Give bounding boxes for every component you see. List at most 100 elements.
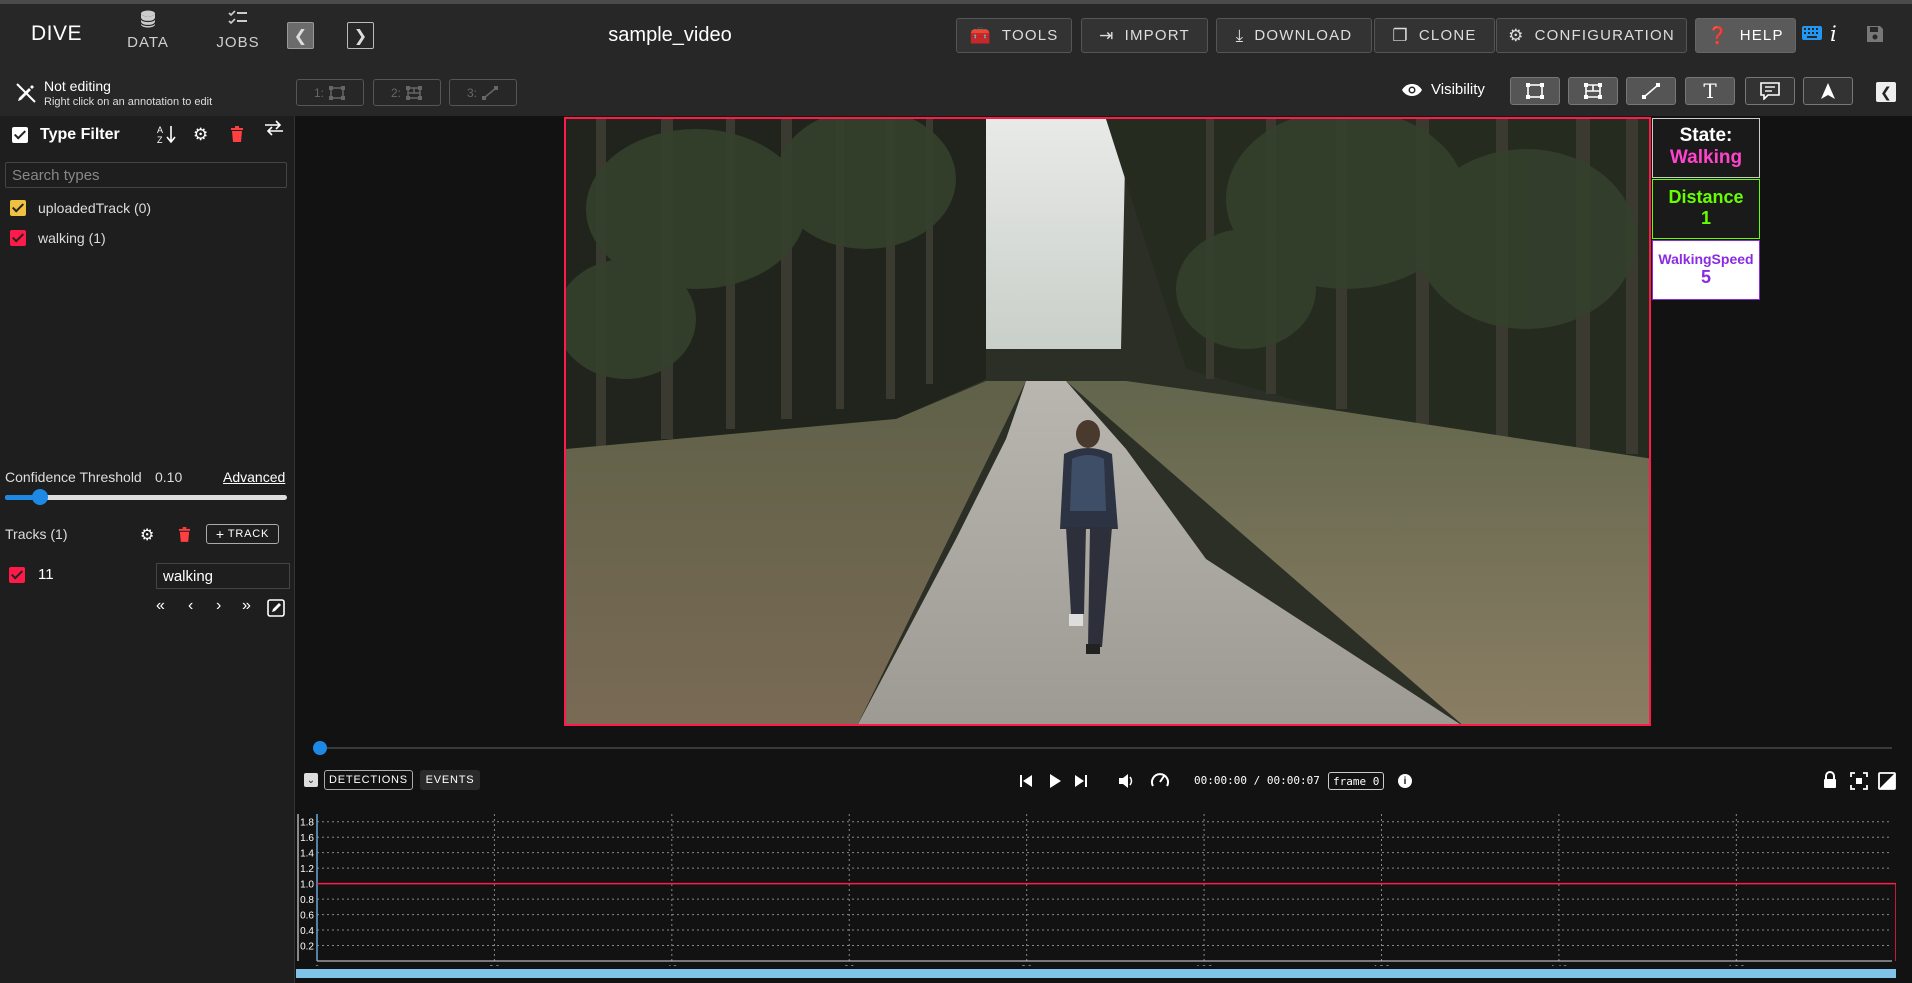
play-icon[interactable]: [1047, 773, 1063, 794]
type-filter-all-checkbox[interactable]: [12, 127, 28, 143]
visibility-toggle[interactable]: Visibility: [1401, 81, 1485, 98]
tab-events[interactable]: EVENTS: [420, 770, 480, 790]
attribute-value: Walking: [1669, 147, 1743, 168]
comment-icon: [1760, 82, 1780, 100]
playback-speed-icon[interactable]: [1150, 771, 1170, 796]
tools-button[interactable]: 🧰 TOOLS: [956, 18, 1072, 53]
fit-to-screen-icon[interactable]: [1850, 772, 1868, 795]
type-row-uploadedtrack[interactable]: uploadedTrack (0): [10, 200, 151, 216]
clone-icon: ❐: [1392, 25, 1409, 45]
save-button[interactable]: [1866, 25, 1884, 48]
info-icon[interactable]: i: [1398, 774, 1412, 788]
nav-tab-jobs[interactable]: JOBS: [203, 10, 273, 51]
chart-y-tick-label: 0.2: [300, 942, 314, 953]
chevron-right-icon: ❯: [353, 27, 368, 45]
previous-dataset-button[interactable]: ❮: [287, 22, 314, 49]
gear-icon[interactable]: ⚙: [140, 525, 154, 545]
swap-horizontal-icon[interactable]: [264, 120, 284, 141]
import-button[interactable]: ⇥ IMPORT: [1081, 18, 1208, 53]
attribute-value: 1: [1700, 208, 1711, 228]
toolbox-icon: 🧰: [969, 25, 992, 45]
show-polygons-button[interactable]: [1568, 77, 1618, 105]
next-dataset-button[interactable]: ❯: [347, 22, 374, 49]
brand-logo[interactable]: DIVE: [31, 22, 82, 46]
jobs-list-icon: [228, 10, 247, 25]
frame-readout[interactable]: frame 0: [1328, 772, 1385, 790]
rectangle-icon: [1526, 83, 1544, 99]
info-icon[interactable]: i: [1830, 22, 1837, 46]
next-frame-icon[interactable]: ›: [216, 597, 221, 615]
mode-polygon-button[interactable]: 2:: [373, 79, 441, 106]
volume-icon[interactable]: [1118, 773, 1136, 794]
track-type-select[interactable]: walking: [156, 563, 290, 589]
track-row-11[interactable]: [9, 567, 25, 588]
tracks-count-label: Tracks (1): [5, 526, 68, 542]
type-label: uploadedTrack (0): [38, 200, 152, 216]
keyboard-icon: [1802, 26, 1822, 40]
attribute-name: State:: [1679, 125, 1733, 146]
chart-x-tick-label: 160: [1727, 964, 1745, 966]
previous-frame-icon[interactable]: ‹: [188, 597, 193, 615]
type-row-walking[interactable]: walking (1): [10, 230, 106, 246]
search-types-input[interactable]: [5, 162, 287, 188]
detections-chart-svg: 0.2 0.4 0.6 0.8 1.0 1.2 1.4 1.6 1.8 0 20 40 60 80 100 1…: [296, 806, 1897, 976]
show-lines-button[interactable]: [1626, 77, 1676, 105]
dataset-title: sample_video: [608, 24, 732, 46]
help-button[interactable]: ❓ HELP: [1695, 18, 1796, 53]
gear-icon[interactable]: ⚙: [193, 125, 208, 145]
chart-x-tick-label: 140: [1550, 964, 1568, 966]
left-sidebar: [0, 116, 295, 983]
detections-timeline-chart[interactable]: 0.2 0.4 0.6 0.8 1.0 1.2 1.4 1.6 1.8 0 20 40 60 80 100 1…: [296, 806, 1897, 976]
edit-track-button[interactable]: [267, 599, 285, 622]
chart-y-tick-label: 0.8: [300, 895, 314, 906]
keyboard-shortcuts-button[interactable]: [1802, 26, 1822, 45]
dive-app: DIVE DATA JOBS ❮ ❯ sample_video 🧰 TOOLS …: [0, 0, 1912, 983]
add-track-button[interactable]: + TRACK: [206, 524, 279, 544]
clone-button[interactable]: ❐ CLONE: [1374, 18, 1495, 53]
tab-detections[interactable]: DETECTIONS: [324, 770, 413, 790]
chart-x-tick-label: 120: [1372, 964, 1390, 966]
lock-icon[interactable]: [1822, 771, 1838, 794]
trash-icon[interactable]: [230, 126, 244, 147]
sort-alpha-icon[interactable]: AZ: [156, 124, 176, 149]
last-frame-icon[interactable]: »: [242, 597, 251, 615]
collapse-timeline-button[interactable]: ⌄: [304, 773, 318, 787]
type-filter-title: Type Filter: [40, 126, 120, 143]
polygon-icon: [406, 85, 422, 100]
type-checkbox[interactable]: [10, 200, 26, 216]
video-frame[interactable]: [564, 117, 1651, 726]
mode-rectangle-button[interactable]: 1:: [296, 79, 364, 106]
edit-off-icon: [15, 82, 37, 109]
plus-icon: +: [215, 526, 225, 542]
show-tooltip-button[interactable]: [1745, 77, 1795, 105]
track-checkbox[interactable]: [9, 567, 25, 583]
show-heading-button[interactable]: [1803, 77, 1853, 105]
save-icon: [1867, 26, 1883, 42]
skip-to-end-icon[interactable]: [1073, 773, 1089, 794]
chart-background: [296, 806, 1896, 966]
confidence-threshold-value: 0.10: [155, 469, 183, 485]
collapse-panel-button[interactable]: ❮: [1876, 82, 1896, 102]
configuration-button[interactable]: ⚙ CONFIGURATION: [1496, 18, 1687, 53]
show-rectangles-button[interactable]: [1510, 77, 1560, 105]
skip-to-start-icon[interactable]: [1018, 773, 1034, 794]
type-checkbox[interactable]: [10, 230, 26, 246]
advanced-link[interactable]: Advanced: [223, 469, 285, 485]
mode-line-button[interactable]: 3:: [449, 79, 517, 106]
timeline-range-bar[interactable]: [296, 969, 1896, 978]
chart-x-tick-label: 80: [1021, 964, 1033, 966]
trash-icon[interactable]: [178, 527, 191, 547]
first-frame-icon[interactable]: «: [156, 597, 165, 615]
track-id[interactable]: 11: [38, 566, 54, 583]
nav-tab-jobs-label: JOBS: [216, 34, 260, 51]
timeline-scrubber[interactable]: [320, 747, 1892, 749]
timeline-scrubber-handle[interactable]: [313, 741, 327, 755]
download-icon: ⤓: [1235, 25, 1245, 45]
download-button[interactable]: ⤓ DOWNLOAD: [1216, 18, 1372, 53]
show-text-button[interactable]: T: [1685, 77, 1735, 105]
chart-x-tick-label: 60: [843, 964, 855, 966]
visibility-label: Visibility: [1431, 81, 1485, 98]
image-enhance-icon[interactable]: [1878, 772, 1896, 795]
nav-tab-data[interactable]: DATA: [113, 10, 183, 51]
attribute-box-walkingspeed: WalkingSpeed 5: [1652, 240, 1760, 300]
